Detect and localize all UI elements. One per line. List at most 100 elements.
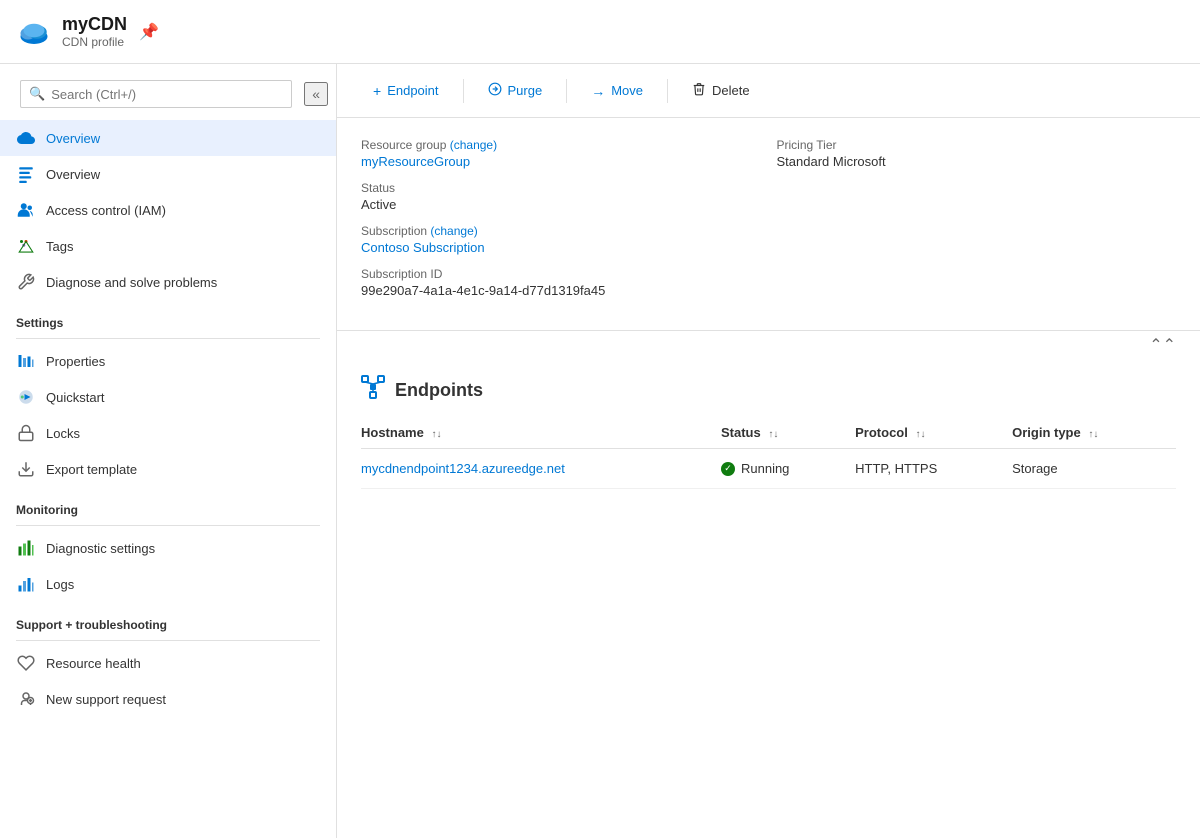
sidebar-item-properties-label: Properties [46,354,105,369]
new-support-request-icon [16,689,36,709]
purge-icon [488,82,502,99]
sidebar-item-properties[interactable]: Properties [0,343,336,379]
subscription-link[interactable]: Contoso Subscription [361,240,485,255]
status-dot: ✓ [721,462,735,476]
sidebar-item-locks-label: Locks [46,426,80,441]
endpoints-title: Endpoints [395,380,483,401]
purge-button-label: Purge [508,83,543,98]
resource-info: Resource group (change) myResourceGroup … [337,118,1200,331]
resource-group-link[interactable]: myResourceGroup [361,154,470,169]
search-icon: 🔍 [29,86,45,102]
logs-icon [16,574,36,594]
right-info-col: Pricing Tier Standard Microsoft [777,138,1177,310]
hostname-sort-icon[interactable]: ↑↓ [431,429,441,440]
app-header: myCDN CDN profile 📌 [0,0,1200,64]
access-control-icon [16,200,36,220]
status-sort-icon[interactable]: ↑↓ [768,429,778,440]
monitoring-section-label: Monitoring [0,487,336,521]
subscription-id-block: Subscription ID 99e290a7-4a1a-4e1c-9a14-… [361,267,761,298]
endpoints-icon [361,375,385,405]
diagnostic-settings-icon [16,538,36,558]
delete-button[interactable]: Delete [680,76,762,105]
pricing-tier-value: Standard Microsoft [777,154,1177,169]
locks-icon [16,423,36,443]
monitoring-divider [16,525,320,526]
col-hostname[interactable]: Hostname ↑↓ [361,417,721,449]
header-text: myCDN CDN profile [62,14,127,49]
sidebar-item-overview[interactable]: Overview [0,120,336,156]
sidebar-item-diagnose-label: Diagnose and solve problems [46,275,217,290]
pin-icon[interactable]: 📌 [139,22,159,42]
cell-protocol: HTTP, HTTPS [855,449,1012,489]
resource-group-value: myResourceGroup [361,154,761,169]
col-protocol[interactable]: Protocol ↑↓ [855,417,1012,449]
sidebar-item-access-control-label: Access control (IAM) [46,203,166,218]
app-title: myCDN [62,14,127,35]
search-container[interactable]: 🔍 [20,80,292,108]
endpoint-button-label: Endpoint [387,83,438,98]
settings-divider [16,338,320,339]
tags-icon [16,236,36,256]
sidebar-item-export-template[interactable]: Export template [0,451,336,487]
hostname-link[interactable]: mycdnendpoint1234.azureedge.net [361,461,565,476]
cdn-logo [16,14,52,50]
support-divider [16,640,320,641]
subscription-id-label: Subscription ID [361,267,761,281]
subscription-block: Subscription (change) Contoso Subscripti… [361,224,761,255]
subscription-label: Subscription (change) [361,224,761,238]
sidebar-item-logs[interactable]: Logs [0,566,336,602]
endpoint-button[interactable]: + Endpoint [361,77,451,105]
resource-group-change-link[interactable]: (change) [450,138,497,152]
table-row: mycdnendpoint1234.azureedge.net ✓ Runnin… [361,449,1176,489]
sidebar-item-resource-health-label: Resource health [46,656,141,671]
endpoints-section: Endpoints Hostname ↑↓ Status ↑↓ [337,359,1200,489]
sidebar-item-locks[interactable]: Locks [0,415,336,451]
subscription-change-link[interactable]: (change) [430,224,477,238]
protocol-sort-icon[interactable]: ↑↓ [916,429,926,440]
move-button-label: Move [611,83,643,98]
sidebar-item-quickstart-label: Quickstart [46,390,105,405]
sidebar-item-tags-label: Tags [46,239,73,254]
sidebar-item-quickstart[interactable]: Quickstart [0,379,336,415]
sidebar-item-activity-log[interactable]: Overview [0,156,336,192]
collapse-button[interactable]: « [304,82,328,106]
pricing-tier-label: Pricing Tier [777,138,1177,152]
properties-icon [16,351,36,371]
sidebar-item-access-control[interactable]: Access control (IAM) [0,192,336,228]
subscription-value: Contoso Subscription [361,240,761,255]
plus-icon: + [373,83,381,99]
sidebar: 🔍 « Overview Overview Access control (IA… [0,64,337,838]
sidebar-item-export-template-label: Export template [46,462,137,477]
origin-type-sort-icon[interactable]: ↑↓ [1088,429,1098,440]
activity-log-icon [16,164,36,184]
subscription-id-value: 99e290a7-4a1a-4e1c-9a14-d77d1319fa45 [361,283,761,298]
sidebar-item-resource-health[interactable]: Resource health [0,645,336,681]
move-button[interactable]: → Move [579,77,655,105]
col-origin-type[interactable]: Origin type ↑↓ [1012,417,1176,449]
toolbar: + Endpoint Purge → Move Delete [337,64,1200,118]
status-running: ✓ Running [721,461,843,476]
delete-icon [692,82,706,99]
sidebar-item-diagnose[interactable]: Diagnose and solve problems [0,264,336,300]
resource-group-block: Resource group (change) myResourceGroup [361,138,761,169]
sidebar-item-logs-label: Logs [46,577,74,592]
main-layout: 🔍 « Overview Overview Access control (IA… [0,64,1200,838]
status-label: Status [361,181,761,195]
cell-hostname[interactable]: mycdnendpoint1234.azureedge.net [361,449,721,489]
resource-group-label: Resource group (change) [361,138,761,152]
sidebar-item-activity-log-label: Overview [46,167,100,182]
settings-section-label: Settings [0,300,336,334]
app-subtitle: CDN profile [62,35,127,49]
toolbar-separator-1 [463,79,464,103]
sidebar-item-diagnostic-settings[interactable]: Diagnostic settings [0,530,336,566]
sidebar-item-new-support-request[interactable]: New support request [0,681,336,717]
search-input[interactable] [51,87,283,102]
col-status[interactable]: Status ↑↓ [721,417,855,449]
collapse-button[interactable]: ⌃⌃ [337,331,1200,359]
cell-status: ✓ Running [721,449,855,489]
purge-button[interactable]: Purge [476,76,555,105]
toolbar-separator-3 [667,79,668,103]
sidebar-item-overview-label: Overview [46,131,100,146]
sidebar-item-tags[interactable]: Tags [0,228,336,264]
chevron-up-icon: ⌃⌃ [1149,337,1176,354]
